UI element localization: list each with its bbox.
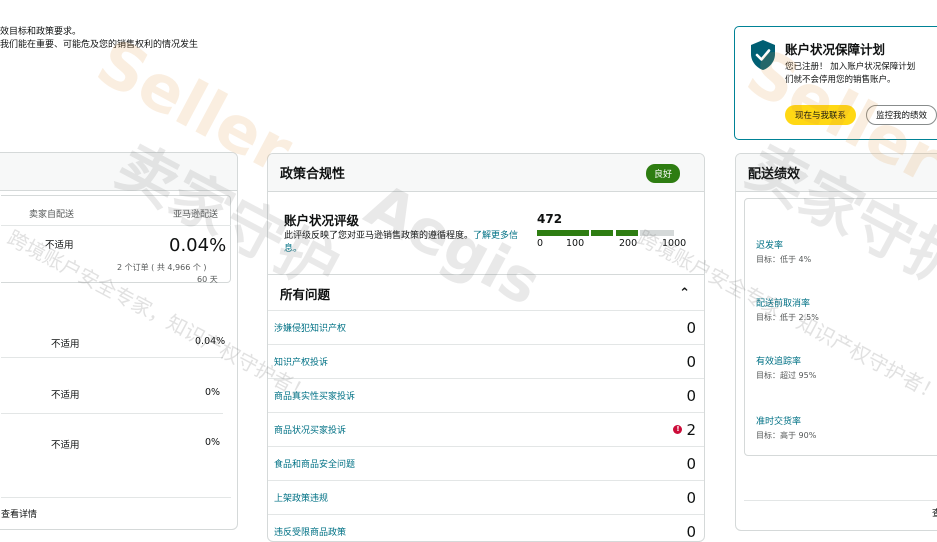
metric-target: 目标：低于 2.5%: [756, 313, 819, 322]
issue-count-wrapper: ! 2: [673, 421, 696, 439]
issue-count: 0: [686, 454, 696, 473]
issue-label: 上架政策违规: [274, 494, 329, 504]
issue-label: 商品状况买家投诉: [274, 426, 347, 436]
issue-label: 涉嫌侵犯知识产权: [274, 324, 347, 334]
list-item[interactable]: 食品和商品安全问题 0: [268, 446, 704, 480]
metric-row-2-fba: 0%: [205, 387, 221, 398]
view-details-link[interactable]: 查看详情: [1, 507, 37, 520]
metric-name: 准时交货率: [756, 417, 802, 427]
list-item[interactable]: 商品真实性买家投诉 0: [268, 378, 704, 412]
account-health-rating-description: 此评级反映了您对亚马逊销售政策的遵循程度。了解更多信息。: [284, 230, 524, 256]
row-divider-2: [1, 413, 223, 414]
odr-mfn-value: 不适用: [45, 240, 74, 251]
shipping-performance-header: 配送绩效: [736, 154, 937, 192]
metric-row-1-mfn: 不适用: [51, 339, 80, 350]
shipping-footer-divider: [744, 500, 937, 501]
customer-service-card-header: [0, 153, 237, 191]
metric-target: 目标：高于 90%: [756, 431, 817, 440]
issue-label: 食品和商品安全问题: [274, 460, 356, 470]
chevron-up-icon: ⌃: [679, 285, 690, 301]
list-item[interactable]: 违反受限商品政策 0: [268, 514, 704, 541]
policy-compliance-header: 政策合规性: [268, 154, 704, 192]
metric-on-time-delivery[interactable]: 准时交货率 目标：高于 90%: [756, 414, 816, 441]
scale-tick-0: 0: [537, 238, 544, 249]
ahr-bar-segment-2: [591, 230, 613, 236]
all-issues-toggle[interactable]: 所有问题 ⌃: [268, 276, 704, 310]
ahr-bar-segment-3: [616, 230, 638, 236]
scale-tick-200: 200: [619, 238, 638, 249]
banner-title: 账户状况保障计划: [785, 42, 886, 57]
list-item[interactable]: 上架政策违规 0: [268, 480, 704, 514]
ahr-bar-segment-1: [537, 230, 589, 236]
issue-label: 商品真实性买家投诉: [274, 392, 356, 402]
metric-row-3-fba: 0%: [205, 437, 221, 448]
metric-target: 目标：低于 4%: [756, 255, 812, 264]
policy-compliance-title: 政策合规性: [280, 167, 346, 182]
monitor-performance-button[interactable]: 监控我的绩效: [866, 105, 937, 125]
shipping-view-details-link[interactable]: 查: [932, 506, 937, 519]
ahr-score: 472: [537, 212, 563, 226]
alert-icon: !: [673, 425, 683, 434]
metric-name: 迟发率: [756, 241, 784, 251]
column-header-mfn: 卖家自配送: [29, 210, 75, 220]
issue-count: 0: [686, 522, 696, 541]
shipping-performance-title: 配送绩效: [748, 167, 801, 182]
footer-divider: [1, 497, 231, 498]
intro-text: 效目标和政策要求。 我们能在重要、可能危及您的销售权利的情况发生: [0, 26, 198, 52]
list-item[interactable]: 商品状况买家投诉 ! 2: [268, 412, 704, 446]
list-item[interactable]: 知识产权投诉 0: [268, 344, 704, 378]
issues-divider: [268, 274, 704, 275]
issue-label: 知识产权投诉: [274, 358, 329, 368]
issue-count: 0: [686, 488, 696, 507]
metric-row-3-mfn: 不适用: [51, 440, 80, 451]
metric-target: 目标：超过 95%: [756, 371, 817, 380]
customer-service-card: 卖家自配送 亚马逊配送 不适用 0.04% 2 个订单 ( 共 4,966 个 …: [0, 152, 238, 530]
ahr-desc-text: 此评级反映了您对亚马逊销售政策的遵循程度。: [284, 231, 474, 241]
odr-fba-value: 0.04%: [169, 235, 227, 256]
account-health-rating-title: 账户状况评级: [284, 213, 360, 228]
intro-line-2: 我们能在重要、可能危及您的销售权利的情况发生: [0, 40, 199, 50]
policy-compliance-card: 政策合规性 良好 账户状况评级 此评级反映了您对亚马逊销售政策的遵循程度。了解更…: [267, 153, 705, 542]
odr-order-count: 2 个订单 ( 共 4,966 个 ): [117, 263, 207, 272]
column-header-divider: [1, 225, 231, 226]
banner-text: 您已注册！ 加入账户状况保障计划 们就不会停用您的销售账户。: [785, 61, 915, 87]
ahr-bar-segment-4: [640, 230, 674, 236]
row-divider-1: [1, 357, 223, 358]
issue-list: 所有问题 ⌃ 涉嫌侵犯知识产权 0 知识产权投诉 0 商品真实性买家投诉 0 商…: [268, 276, 704, 541]
scale-tick-100: 100: [566, 238, 585, 249]
issue-count: 0: [686, 386, 696, 405]
all-issues-title: 所有问题: [280, 286, 331, 302]
metric-name: 配送前取消率: [756, 299, 811, 309]
contact-me-button[interactable]: 现在与我联系: [785, 105, 857, 125]
intro-line-1: 效目标和政策要求。: [0, 27, 82, 37]
shipping-performance-card: 配送绩效 迟发率 目标：低于 4% 配送前取消率 目标：低于 2.5% 有效追踪…: [735, 153, 937, 531]
odr-period: 60 天: [197, 275, 218, 284]
scale-tick-1000: 1000: [662, 238, 687, 249]
status-badge: 良好: [645, 164, 680, 183]
metric-name: 有效追踪率: [756, 357, 802, 367]
metric-valid-tracking[interactable]: 有效追踪率 目标：超过 95%: [756, 354, 816, 381]
shield-check-icon: [751, 40, 775, 70]
metric-row-2-mfn: 不适用: [51, 390, 80, 401]
metric-row-1-fba: 0.04%: [195, 336, 226, 347]
issue-label: 违反受限商品政策: [274, 528, 347, 538]
column-header-fba: 亚马逊配送: [173, 210, 219, 220]
metric-late-shipment[interactable]: 迟发率 目标：低于 4%: [756, 238, 811, 265]
list-item[interactable]: 涉嫌侵犯知识产权 0: [268, 310, 704, 344]
issue-count: 0: [686, 318, 696, 337]
banner-text-line-1: 您已注册！ 加入账户状况保障计划: [785, 62, 916, 72]
issue-count: 2: [686, 420, 696, 439]
account-health-assurance-banner: 账户状况保障计划 您已注册！ 加入账户状况保障计划 们就不会停用您的销售账户。 …: [734, 26, 937, 140]
banner-text-line-2: 们就不会停用您的销售账户。: [785, 75, 896, 85]
metric-cancellation[interactable]: 配送前取消率 目标：低于 2.5%: [756, 296, 819, 323]
issue-count: 0: [686, 352, 696, 371]
